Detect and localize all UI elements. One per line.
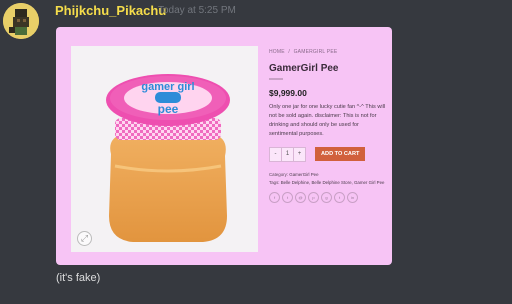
breadcrumb-current[interactable]: GAMERGIRL PEE xyxy=(294,49,338,55)
category-link[interactable]: GamerGirl Pee xyxy=(289,172,318,177)
tags-line: Tags: Belle Delphine, Belle Delphine Sto… xyxy=(269,179,387,187)
quantity-decrease-button[interactable]: - xyxy=(270,148,281,161)
product-price: $9,999.00 xyxy=(269,88,307,98)
share-icons: f t @ p g t in xyxy=(269,192,387,203)
add-to-cart-row: - 1 + ADD TO CART xyxy=(269,146,387,162)
category-label: Category: xyxy=(269,172,289,177)
message-timestamp: Today at 5:25 PM xyxy=(158,5,236,16)
jar-lid-text-top: gamer girl xyxy=(141,81,194,93)
facebook-icon[interactable]: f xyxy=(269,192,280,203)
tags-label: Tags: xyxy=(269,180,280,185)
quantity-increase-button[interactable]: + xyxy=(294,148,305,161)
add-to-cart-button[interactable]: ADD TO CART xyxy=(315,147,366,161)
product-meta: Category: GamerGirl Pee Tags: Belle Delp… xyxy=(269,171,387,187)
jar-lid-text-bottom: pee xyxy=(158,102,179,116)
quantity-input[interactable]: 1 xyxy=(281,147,294,161)
zoom-icon[interactable]: ⤢ xyxy=(77,231,92,246)
title-divider xyxy=(269,78,283,80)
linkedin-icon[interactable]: in xyxy=(347,192,358,203)
product-title: GamerGirl Pee xyxy=(269,63,339,74)
breadcrumb-home[interactable]: HOME xyxy=(269,49,285,55)
username[interactable]: Phijkchu_Pikachu xyxy=(55,3,166,18)
image-embed[interactable]: gamer girl pee ⤢ HOME / GAMERGIRL PEE Ga… xyxy=(56,27,392,265)
product-description: Only one jar for one lucky cutie fan ^-^… xyxy=(269,104,386,137)
pinterest-icon[interactable]: p xyxy=(308,192,319,203)
breadcrumb: HOME / GAMERGIRL PEE xyxy=(269,49,387,55)
message-text: (it's fake) xyxy=(56,272,101,284)
product-photo[interactable]: gamer girl pee ⤢ xyxy=(71,46,258,252)
twitter-icon[interactable]: t xyxy=(282,192,293,203)
product-details: HOME / GAMERGIRL PEE GamerGirl Pee $9,99… xyxy=(269,49,387,203)
quantity-stepper[interactable]: - 1 + xyxy=(269,146,306,162)
google-plus-icon[interactable]: g xyxy=(321,192,332,203)
breadcrumb-separator: / xyxy=(288,49,290,55)
avatar[interactable] xyxy=(3,3,39,39)
category-line: Category: GamerGirl Pee xyxy=(269,171,387,179)
tumblr-icon[interactable]: t xyxy=(334,192,345,203)
tags-links[interactable]: Belle Delphine, Belle Delphine Store, Ga… xyxy=(281,180,385,185)
email-icon[interactable]: @ xyxy=(295,192,306,203)
